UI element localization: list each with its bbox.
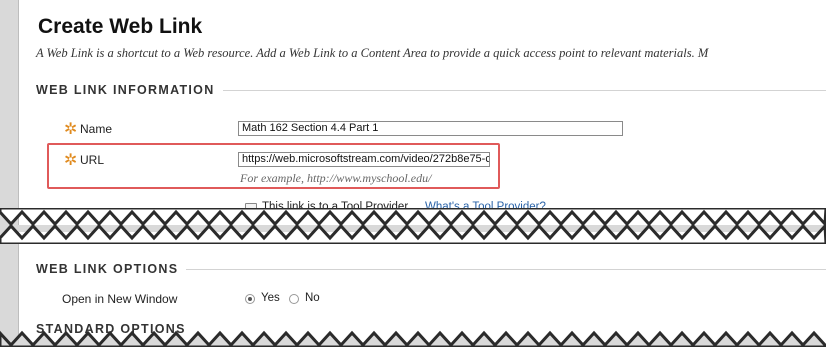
open-new-window-label: Open in New Window <box>62 292 178 306</box>
torn-edge-footer <box>0 330 826 347</box>
open-new-window-yes-label[interactable]: Yes <box>261 292 280 304</box>
required-icon: ✲ <box>64 119 78 138</box>
name-label: Name <box>80 122 113 136</box>
open-new-window-no-radio[interactable] <box>289 294 299 304</box>
open-new-window-yes-radio[interactable] <box>245 294 255 304</box>
torn-edge-bottom <box>0 222 826 244</box>
section-heading-web-link-options: WEB LINK OPTIONS <box>36 262 187 276</box>
section-heading-web-link-information: WEB LINK INFORMATION <box>36 83 223 97</box>
url-highlight-box <box>47 143 500 189</box>
page-description: A Web Link is a shortcut to a Web resour… <box>36 46 709 60</box>
open-new-window-no-label[interactable]: No <box>305 292 320 304</box>
page-title: Create Web Link <box>38 15 203 38</box>
name-field[interactable]: Math 162 Section 4.4 Part 1 <box>238 121 623 136</box>
